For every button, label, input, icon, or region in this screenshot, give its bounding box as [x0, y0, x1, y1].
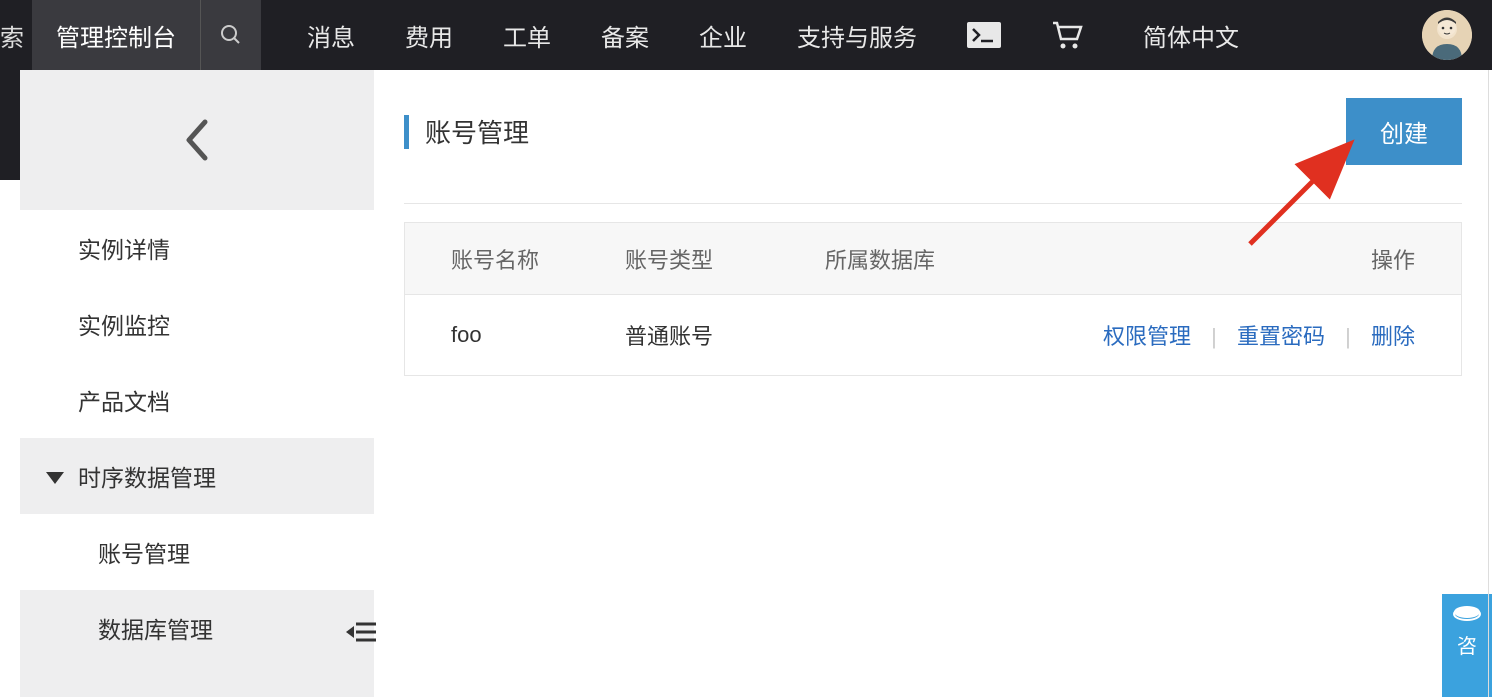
chevron-left-icon	[183, 118, 211, 162]
cell-type: 普通账号	[625, 319, 825, 351]
create-button[interactable]: 创建	[1346, 98, 1462, 165]
ops-separator: |	[1211, 324, 1217, 349]
avatar-icon	[1422, 10, 1472, 60]
search-label-fragment: 索	[0, 18, 32, 53]
right-divider	[1488, 70, 1489, 697]
sidebar-item-product-docs[interactable]: 产品文档	[20, 362, 374, 438]
cell-ops: 权限管理 | 重置密码 | 删除	[1085, 319, 1461, 351]
console-label[interactable]: 管理控制台	[32, 0, 201, 70]
accounts-table: 账号名称 账号类型 所属数据库 操作 foo 普通账号 权限管理 | 重置密码 …	[404, 222, 1462, 376]
page-title-wrap: 账号管理	[404, 113, 529, 150]
table-row: foo 普通账号 权限管理 | 重置密码 | 删除	[405, 295, 1461, 375]
search-icon	[219, 23, 243, 47]
left-gutter	[0, 70, 20, 180]
sidebar-item-label: 产品文档	[78, 383, 170, 417]
table-header: 账号名称 账号类型 所属数据库 操作	[405, 223, 1461, 295]
cart-button[interactable]	[1051, 21, 1083, 49]
search-button[interactable]	[201, 0, 261, 70]
content: 账号管理 创建 账号名称 账号类型 所属数据库 操作 foo 普通账号 权限管理…	[374, 70, 1492, 697]
nav-enterprise[interactable]: 企业	[699, 18, 747, 53]
op-delete[interactable]: 删除	[1371, 324, 1415, 349]
nav-messages[interactable]: 消息	[307, 18, 355, 53]
col-header-type: 账号类型	[625, 243, 825, 275]
sidebar-item-database-mgmt[interactable]: 数据库管理	[20, 590, 374, 666]
op-permissions[interactable]: 权限管理	[1103, 324, 1191, 349]
main: 实例详情 实例监控 产品文档 时序数据管理 账号管理 数据库管理 账号管理 创建	[0, 70, 1492, 697]
caret-down-icon	[46, 463, 64, 490]
terminal-icon	[967, 22, 1001, 48]
top-nav: 消息 费用 工单 备案 企业 支持与服务 简体中文	[307, 18, 1422, 53]
sidebar-item-instance-monitor[interactable]: 实例监控	[20, 286, 374, 362]
nav-beian[interactable]: 备案	[601, 18, 649, 53]
left-column	[0, 70, 20, 697]
cart-icon	[1051, 21, 1083, 49]
feedback-label: 咨	[1457, 630, 1477, 659]
nav-billing[interactable]: 费用	[405, 18, 453, 53]
feedback-icon	[1453, 604, 1481, 624]
collapse-icon	[346, 620, 376, 644]
content-header: 账号管理 创建	[404, 98, 1462, 204]
avatar[interactable]	[1422, 10, 1472, 60]
page-title: 账号管理	[425, 113, 529, 150]
col-header-name: 账号名称	[405, 243, 625, 275]
console-label-text: 管理控制台	[56, 18, 176, 53]
ops-separator: |	[1345, 324, 1351, 349]
col-header-ops: 操作	[1085, 243, 1461, 275]
cell-name: foo	[405, 322, 625, 348]
sidebar: 实例详情 实例监控 产品文档 时序数据管理 账号管理 数据库管理	[20, 70, 374, 697]
language-selector[interactable]: 简体中文	[1143, 18, 1239, 53]
topbar: 索 管理控制台 消息 费用 工单 备案 企业 支持与服务 简体中文	[0, 0, 1492, 70]
sidebar-group-tsdata[interactable]: 时序数据管理	[20, 438, 374, 514]
feedback-tab[interactable]: 咨	[1442, 594, 1492, 697]
sidebar-item-account-mgmt[interactable]: 账号管理	[20, 514, 374, 590]
op-reset-password[interactable]: 重置密码	[1237, 324, 1325, 349]
sidebar-item-label: 实例监控	[78, 307, 170, 341]
sidebar-item-label: 数据库管理	[98, 611, 213, 645]
sidebar-item-instance-detail[interactable]: 实例详情	[20, 210, 374, 286]
title-accent-bar	[404, 115, 409, 149]
nav-tickets[interactable]: 工单	[503, 18, 551, 53]
back-button[interactable]	[20, 70, 374, 210]
cloudshell-button[interactable]	[967, 22, 1001, 48]
nav-support[interactable]: 支持与服务	[797, 18, 917, 53]
sidebar-item-label: 账号管理	[98, 535, 190, 569]
col-header-db: 所属数据库	[825, 243, 1085, 275]
sidebar-item-label: 时序数据管理	[78, 459, 216, 493]
sidebar-item-label: 实例详情	[78, 231, 170, 265]
sidebar-collapse-handle[interactable]	[346, 620, 376, 650]
